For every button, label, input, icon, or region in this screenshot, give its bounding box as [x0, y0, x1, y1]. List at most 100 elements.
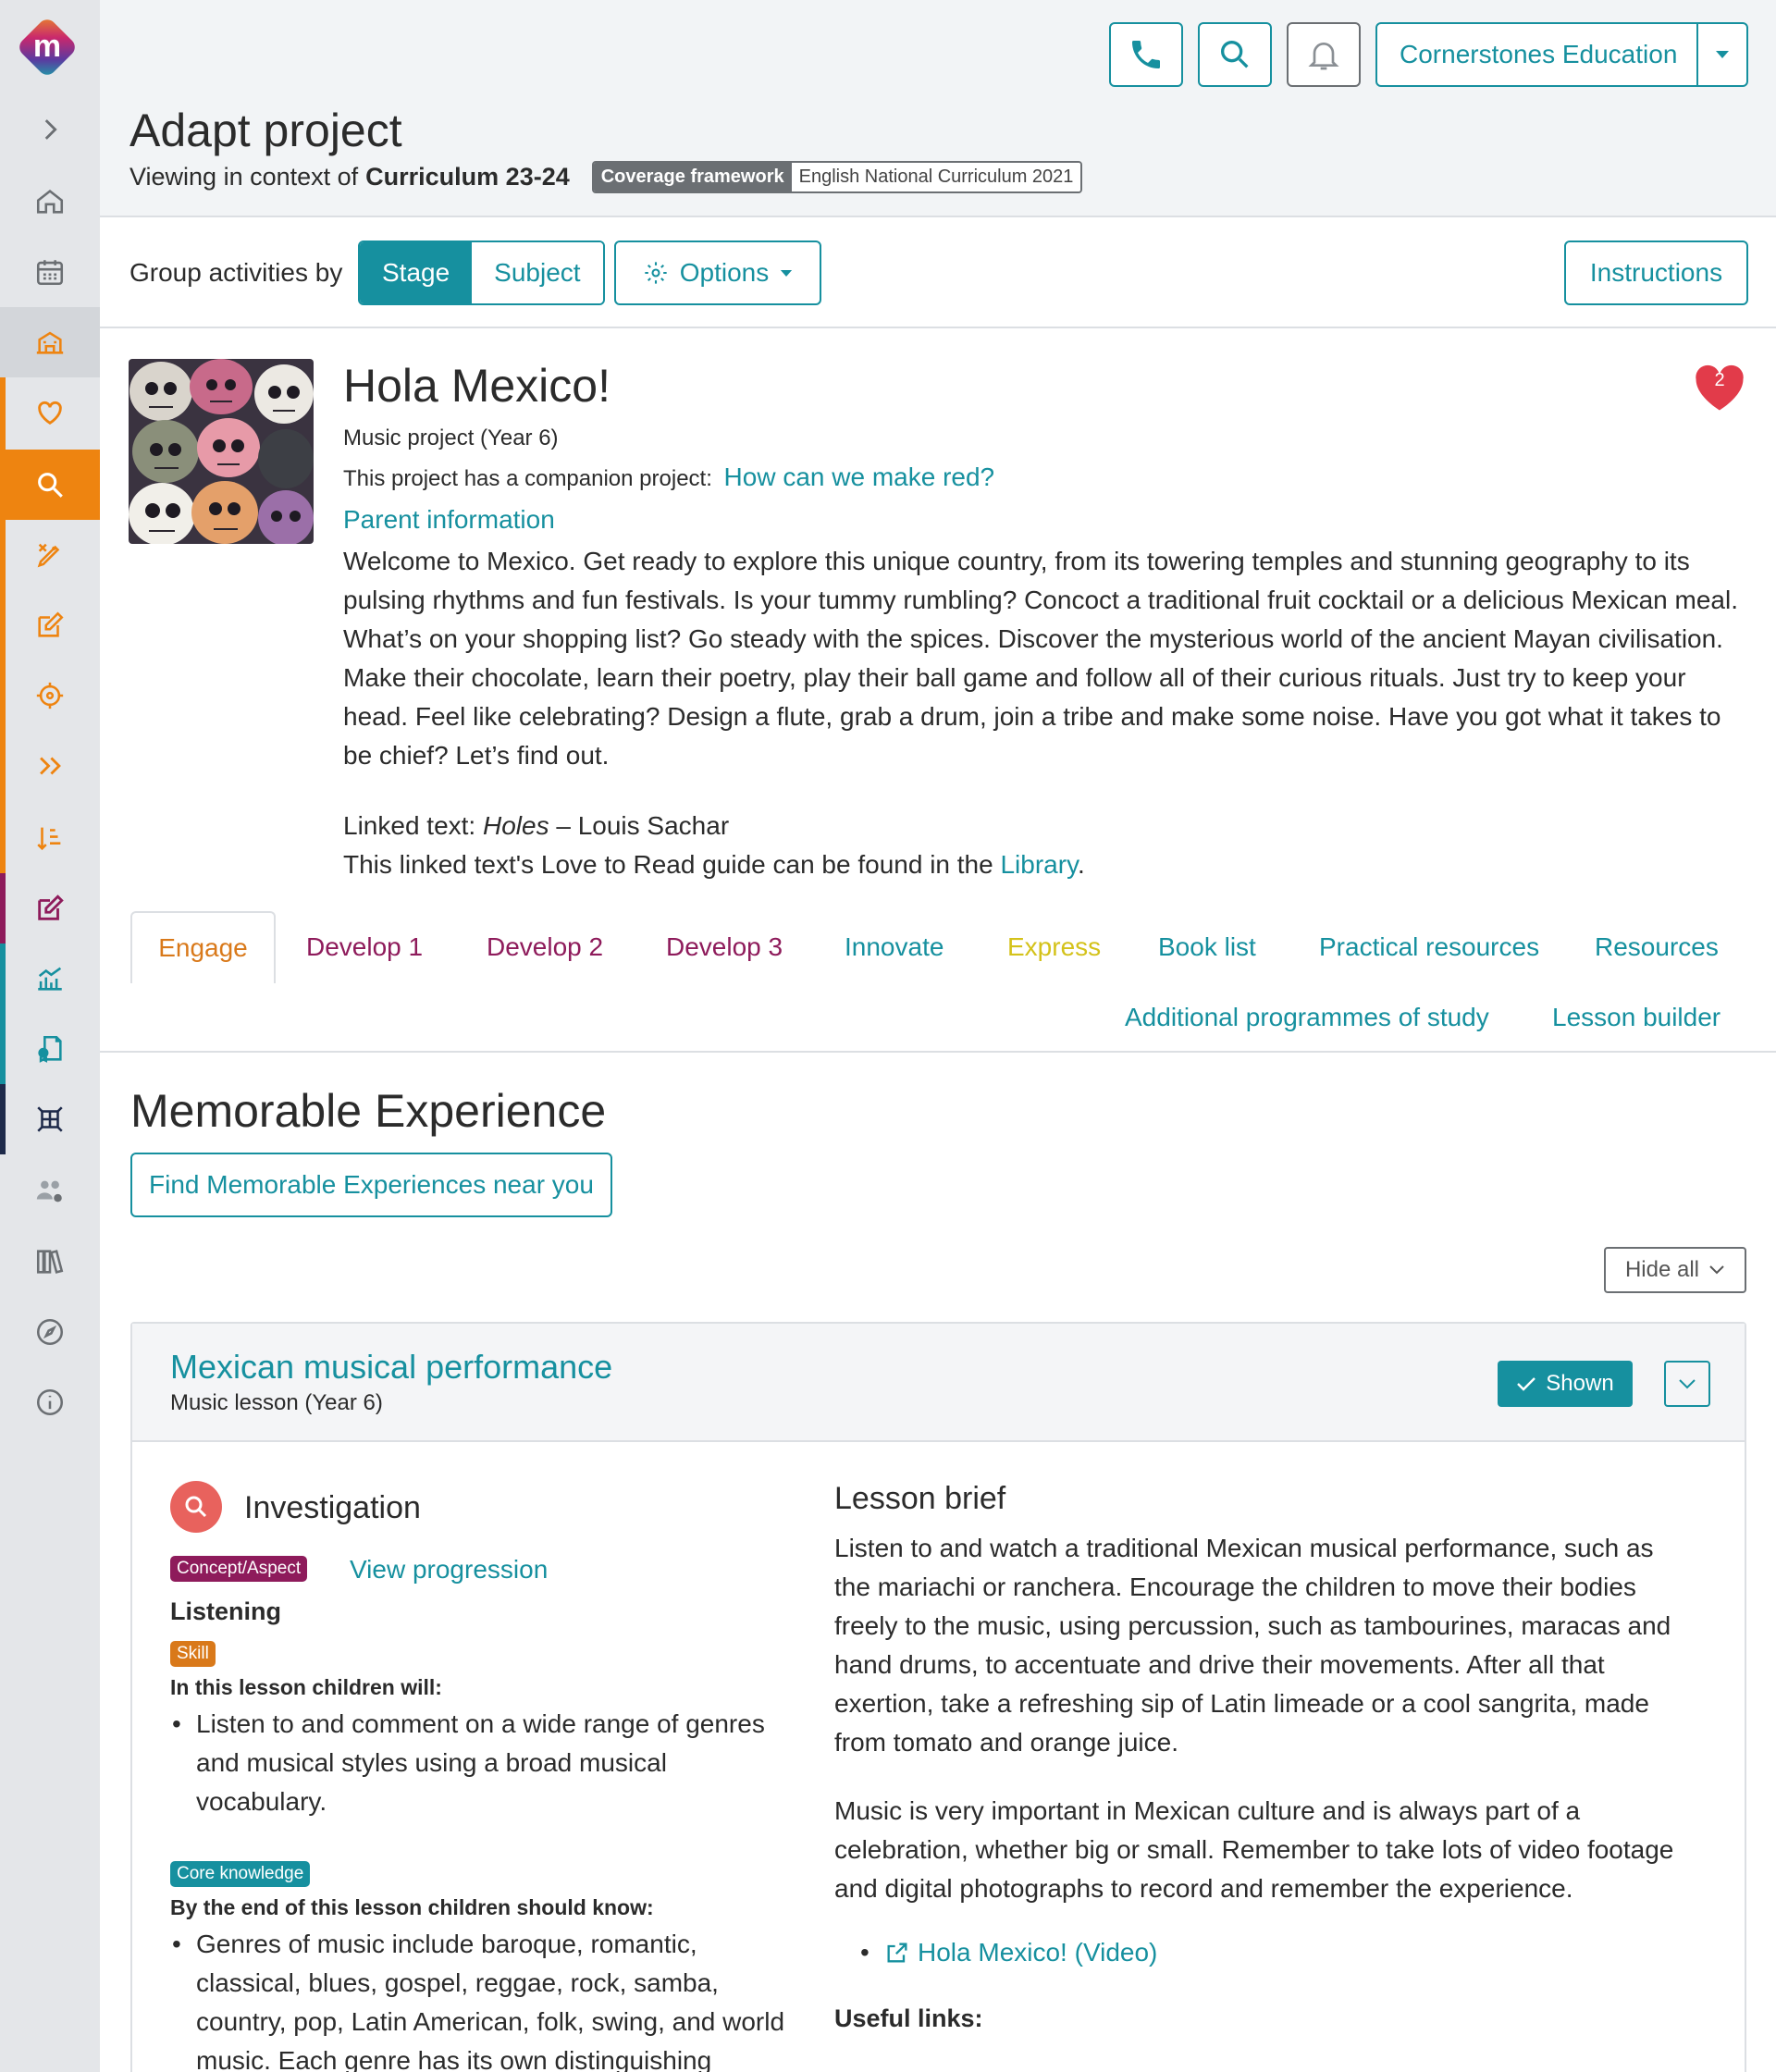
- lesson-card-header: Mexican musical performance Music lesson…: [132, 1324, 1745, 1442]
- phone-icon: [1132, 41, 1160, 68]
- tab-resources[interactable]: Resources: [1595, 932, 1719, 962]
- svg-text:m: m: [33, 29, 61, 64]
- group-by-subject-button[interactable]: Subject: [472, 242, 603, 303]
- caret-down-icon: [781, 269, 793, 277]
- bell-icon: [1308, 43, 1339, 70]
- page-header: Cornerstones Education Adapt project Vie…: [100, 0, 1776, 217]
- app-logo-icon[interactable]: m: [13, 13, 81, 81]
- expand-sidebar-icon[interactable]: [0, 94, 100, 165]
- group-by-toggle: Stage Subject: [358, 240, 605, 305]
- linked-text-prefix: Linked text:: [343, 811, 476, 840]
- concept-value: Listening: [170, 1597, 281, 1625]
- guide-prefix: This linked text's Love to Read guide ca…: [343, 850, 993, 879]
- phone-button[interactable]: [1109, 22, 1183, 87]
- lesson-brief-paragraph: Music is very important in Mexican cultu…: [834, 1796, 1674, 1903]
- tab-engage[interactable]: Engage: [130, 911, 276, 983]
- tab-develop-3[interactable]: Develop 3: [666, 932, 783, 962]
- chevron-down-icon: [1679, 1379, 1696, 1389]
- video-link-label: Hola Mexico! (Video): [918, 1938, 1158, 1967]
- coverage-key: Coverage framework: [593, 163, 792, 191]
- organisation-selector[interactable]: Cornerstones Education: [1375, 22, 1748, 87]
- sidebar: m: [0, 0, 100, 2072]
- tab-innovate[interactable]: Innovate: [845, 932, 944, 962]
- hide-all-label: Hide all: [1624, 1257, 1700, 1282]
- hide-all-button[interactable]: Hide all: [1604, 1247, 1746, 1293]
- tab-express[interactable]: Express: [1007, 932, 1101, 962]
- linked-text-author: – Louis Sachar: [556, 811, 730, 840]
- network-icon[interactable]: [0, 1084, 100, 1154]
- linked-text-title: Holes: [482, 811, 549, 840]
- video-link[interactable]: Hola Mexico! (Video): [884, 1938, 1157, 1967]
- project-description: Welcome to Mexico. Get ready to explore …: [343, 547, 1738, 770]
- group-by-label: Group activities by: [130, 258, 343, 287]
- caret-down-icon[interactable]: [1696, 24, 1746, 85]
- concept-aspect-tag: Concept/Aspect: [170, 1556, 308, 1582]
- useful-links-heading: Useful links:: [834, 2004, 983, 2032]
- companion-project: This project has a companion project: Ho…: [343, 462, 994, 492]
- core-knowledge-tag: Core knowledge: [170, 1861, 311, 1887]
- external-link-icon: [887, 1942, 907, 1963]
- home-icon[interactable]: [0, 166, 100, 237]
- favourite-count: 2: [1714, 370, 1725, 390]
- companion-project-link[interactable]: How can we make red?: [724, 462, 995, 491]
- notifications-button[interactable]: [1287, 22, 1361, 87]
- lesson-card: Mexican musical performance Music lesson…: [130, 1322, 1746, 2072]
- tab-additional-programmes[interactable]: Additional programmes of study: [1125, 1003, 1489, 1032]
- library-icon[interactable]: [0, 1227, 100, 1297]
- coverage-framework-badge: Coverage framework English National Curr…: [591, 161, 1083, 193]
- tabs-divider: [100, 1051, 1776, 1053]
- library-link[interactable]: Library: [1000, 850, 1078, 879]
- search-icon: [1221, 41, 1249, 68]
- gear-icon: [645, 262, 667, 284]
- context-prefix: Viewing in context of: [130, 163, 359, 191]
- context-curriculum: Curriculum 23-24: [365, 163, 570, 191]
- find-experiences-button[interactable]: Find Memorable Experiences near you: [130, 1153, 612, 1217]
- knowledge-heading: By the end of this lesson children shoul…: [170, 1895, 654, 1919]
- heart-icon[interactable]: [0, 377, 100, 448]
- search-icon[interactable]: [0, 450, 100, 520]
- instructions-button[interactable]: Instructions: [1564, 240, 1748, 305]
- skill-tag: Skill: [170, 1641, 216, 1667]
- lesson-type-label: Investigation: [244, 1490, 421, 1525]
- lesson-brief-title: Lesson brief: [834, 1481, 1006, 1516]
- tab-develop-2[interactable]: Develop 2: [487, 932, 603, 962]
- sort-icon[interactable]: [0, 803, 100, 873]
- calendar-icon[interactable]: [0, 237, 100, 307]
- investigation-icon: [170, 1481, 222, 1533]
- pencil-ruler-icon[interactable]: [0, 520, 100, 590]
- tab-lesson-builder[interactable]: Lesson builder: [1552, 1003, 1720, 1032]
- guide-suffix: .: [1078, 850, 1085, 879]
- lesson-subtitle: Music lesson (Year 6): [170, 1390, 383, 1415]
- project-subtitle: Music project (Year 6): [343, 426, 559, 450]
- shown-toggle-button[interactable]: Shown: [1498, 1361, 1633, 1407]
- tab-practical-resources[interactable]: Practical resources: [1319, 932, 1539, 962]
- view-progression-link[interactable]: View progression: [350, 1555, 548, 1585]
- section-title: Memorable Experience: [130, 1085, 607, 1137]
- school-icon[interactable]: [0, 307, 100, 377]
- compass-icon[interactable]: [0, 1297, 100, 1367]
- check-icon: [1517, 1377, 1536, 1391]
- companion-prefix: This project has a companion project:: [343, 466, 712, 491]
- list-item: Genres of music include baroque, romanti…: [172, 1925, 788, 2072]
- edit-icon[interactable]: [0, 590, 100, 660]
- tab-develop-1[interactable]: Develop 1: [306, 932, 423, 962]
- assessment-icon[interactable]: [0, 873, 100, 944]
- tab-book-list[interactable]: Book list: [1158, 932, 1256, 962]
- options-dropdown-button[interactable]: Options: [614, 240, 821, 305]
- list-bullet: •: [860, 1938, 870, 1967]
- parent-information-link[interactable]: Parent information: [343, 505, 555, 535]
- project-title: Hola Mexico!: [343, 360, 610, 412]
- lesson-title-link[interactable]: Mexican musical performance: [170, 1348, 612, 1387]
- header-search-button[interactable]: [1198, 22, 1272, 87]
- organisation-name[interactable]: Cornerstones Education: [1377, 24, 1696, 85]
- double-chevron-right-icon[interactable]: [0, 731, 100, 801]
- certificate-icon[interactable]: [0, 1014, 100, 1084]
- group-by-stage-button[interactable]: Stage: [360, 242, 473, 303]
- target-icon[interactable]: [0, 660, 100, 731]
- users-settings-icon[interactable]: [0, 1156, 100, 1227]
- info-icon[interactable]: [0, 1367, 100, 1437]
- expand-lesson-button[interactable]: [1664, 1361, 1710, 1407]
- shown-label: Shown: [1546, 1371, 1614, 1396]
- chart-icon[interactable]: [0, 944, 100, 1014]
- lesson-brief-paragraph: Listen to and watch a traditional Mexica…: [834, 1534, 1671, 1757]
